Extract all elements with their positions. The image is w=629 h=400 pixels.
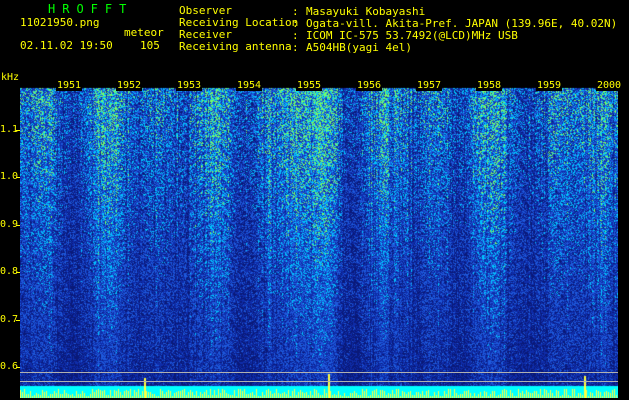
- antenna-value: A504HB(yagi 4el): [306, 41, 412, 54]
- baseline-line: [20, 381, 618, 382]
- y-axis-unit: kHz: [1, 72, 20, 83]
- y-tick: [16, 177, 20, 179]
- time-label: 1952: [116, 80, 143, 91]
- spectrogram: [20, 80, 618, 398]
- y-tick: [16, 129, 20, 131]
- y-tick: [16, 272, 20, 274]
- colon: :: [292, 41, 299, 54]
- time-label: 1956: [356, 80, 383, 91]
- meteor-count: 105: [140, 39, 160, 52]
- y-tick: [16, 224, 20, 226]
- baseline-line: [20, 372, 618, 373]
- time-label: 1959: [536, 80, 563, 91]
- app-title: HROFFT: [48, 2, 134, 16]
- antenna-label: Receiving antenna: [179, 40, 292, 53]
- time-label: 1954: [236, 80, 263, 91]
- datetime-label: 02.11.02 19:50: [20, 39, 113, 52]
- time-label: 2000: [596, 80, 623, 91]
- time-label: 1951: [56, 80, 83, 91]
- time-label: 1955: [296, 80, 323, 91]
- spectrogram-canvas: [20, 80, 618, 398]
- time-label: 1958: [476, 80, 503, 91]
- meteor-label: meteor: [124, 26, 164, 39]
- y-tick: [16, 319, 20, 321]
- time-label: 1953: [176, 80, 203, 91]
- y-tick: [16, 367, 20, 369]
- time-label: 1957: [416, 80, 443, 91]
- filename-label: 11021950.png: [20, 16, 100, 29]
